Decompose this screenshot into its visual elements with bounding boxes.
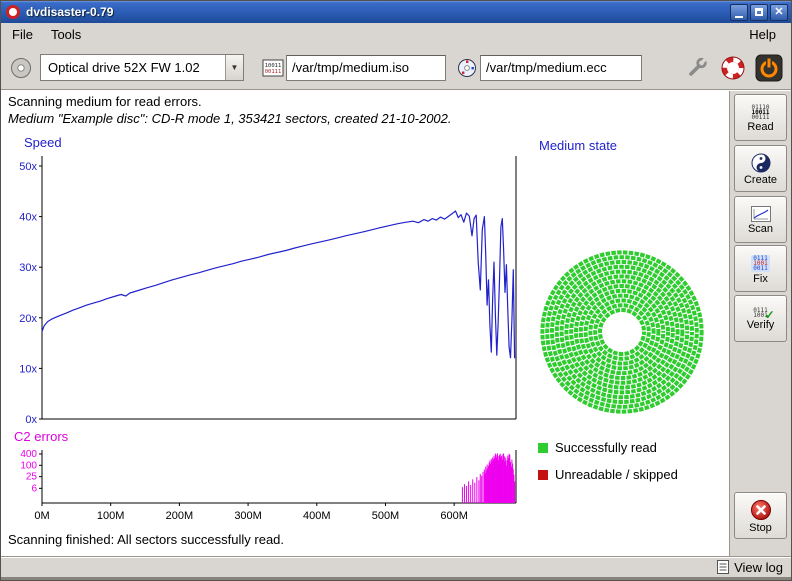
legend-swatch-red xyxy=(538,470,548,480)
legend-label-read: Successfully read xyxy=(555,440,657,455)
ecc-path-input[interactable] xyxy=(480,55,642,81)
maximize-icon xyxy=(755,8,763,16)
medium-state-title: Medium state xyxy=(539,138,617,153)
svg-text:300M: 300M xyxy=(234,510,262,522)
svg-text:00111: 00111 xyxy=(265,69,282,75)
quit-button[interactable] xyxy=(754,53,784,83)
verify-button[interactable]: 01111001 ✓ Verify xyxy=(734,295,787,342)
statusbar: View log xyxy=(1,556,791,577)
svg-text:400M: 400M xyxy=(303,510,331,522)
minimize-icon xyxy=(735,16,743,18)
legend-item-unreadable: Unreadable / skipped xyxy=(538,467,678,482)
yin-yang-icon xyxy=(751,153,771,173)
svg-text:100: 100 xyxy=(20,460,37,471)
svg-text:400: 400 xyxy=(20,449,37,460)
main-canvas: Scanning medium for read errors. Medium … xyxy=(1,91,729,556)
svg-text:20x: 20x xyxy=(19,313,37,325)
fix-icon: 011110010011 xyxy=(751,255,769,272)
read-icon: 011101001100111 xyxy=(751,105,769,120)
drive-selector[interactable]: Optical drive 52X FW 1.02 ▼ xyxy=(40,54,244,81)
status-line-2: Medium "Example disc": CD-R mode 1, 3534… xyxy=(8,111,452,126)
iso-path-input[interactable] xyxy=(286,55,446,81)
maximize-button[interactable] xyxy=(750,4,768,21)
scan-button-label: Scan xyxy=(748,223,773,235)
view-log-label: View log xyxy=(734,560,783,575)
view-log-button[interactable]: View log xyxy=(717,560,783,575)
checkmark-icon: ✓ xyxy=(765,309,775,321)
svg-text:10x: 10x xyxy=(19,363,37,375)
svg-text:100M: 100M xyxy=(97,510,125,522)
create-button-label: Create xyxy=(744,174,777,186)
read-button-label: Read xyxy=(747,121,773,133)
log-icon xyxy=(717,560,729,574)
close-icon: ✕ xyxy=(774,7,783,18)
fix-button[interactable]: 011110010011 Fix xyxy=(734,245,787,292)
scan-chart-icon xyxy=(751,206,771,222)
svg-text:30x: 30x xyxy=(19,262,37,274)
svg-text:40x: 40x xyxy=(19,212,37,224)
scan-result-status: Scanning finished: All sectors successfu… xyxy=(8,532,284,547)
lifesaver-icon xyxy=(720,55,746,81)
app-icon xyxy=(6,5,20,19)
status-line-1: Scanning medium for read errors. xyxy=(8,94,202,109)
medium-state-disc xyxy=(532,242,712,422)
stop-icon xyxy=(750,499,772,521)
window-bottom-border xyxy=(1,577,791,580)
wrench-icon xyxy=(685,56,709,80)
preferences-button[interactable] xyxy=(682,53,712,83)
svg-text:600M: 600M xyxy=(440,510,468,522)
svg-text:50x: 50x xyxy=(19,161,37,173)
stop-button[interactable]: Stop xyxy=(734,492,787,539)
menu-tools[interactable]: Tools xyxy=(42,24,90,45)
fix-button-label: Fix xyxy=(753,273,768,285)
help-button[interactable] xyxy=(718,53,748,83)
c2-errors-chart: 625100400 0M 100M 200M 300M 400M 500M 600M xyxy=(8,446,722,524)
svg-text:6: 6 xyxy=(31,483,37,494)
close-button[interactable]: ✕ xyxy=(770,4,788,21)
read-button[interactable]: 011101001100111 Read xyxy=(734,94,787,141)
iso-file-icon: 10011 00111 xyxy=(260,55,286,81)
create-button[interactable]: Create xyxy=(734,145,787,192)
toolbar: Optical drive 52X FW 1.02 ▼ 10011 00111 xyxy=(1,46,791,89)
legend-item-read: Successfully read xyxy=(538,440,657,455)
titlebar[interactable]: dvdisaster-0.79 ✕ xyxy=(1,1,791,23)
menu-file[interactable]: File xyxy=(3,24,42,45)
drive-selector-value: Optical drive 52X FW 1.02 xyxy=(41,60,225,75)
svg-text:0M: 0M xyxy=(34,510,49,522)
app-window: dvdisaster-0.79 ✕ File Tools Help Optica… xyxy=(0,0,792,581)
menubar: File Tools Help xyxy=(1,23,791,46)
speed-chart-title: Speed xyxy=(24,135,62,150)
scan-button[interactable]: Scan xyxy=(734,196,787,243)
ecc-file-icon xyxy=(454,55,480,81)
legend-swatch-green xyxy=(538,443,548,453)
svg-text:25: 25 xyxy=(26,472,38,483)
chevron-down-icon: ▼ xyxy=(225,55,243,80)
minimize-button[interactable] xyxy=(730,4,748,21)
legend-label-unreadable: Unreadable / skipped xyxy=(555,467,678,482)
action-sidebar: 011101001100111 Read Create Scan xyxy=(730,91,791,556)
menu-help[interactable]: Help xyxy=(740,24,785,45)
svg-text:0x: 0x xyxy=(25,414,37,426)
drive-icon xyxy=(8,55,34,81)
stop-button-label: Stop xyxy=(749,522,772,534)
c2-errors-chart-title: C2 errors xyxy=(14,429,68,444)
power-icon xyxy=(755,54,783,82)
svg-text:200M: 200M xyxy=(166,510,194,522)
svg-text:500M: 500M xyxy=(372,510,400,522)
window-title: dvdisaster-0.79 xyxy=(26,5,728,19)
